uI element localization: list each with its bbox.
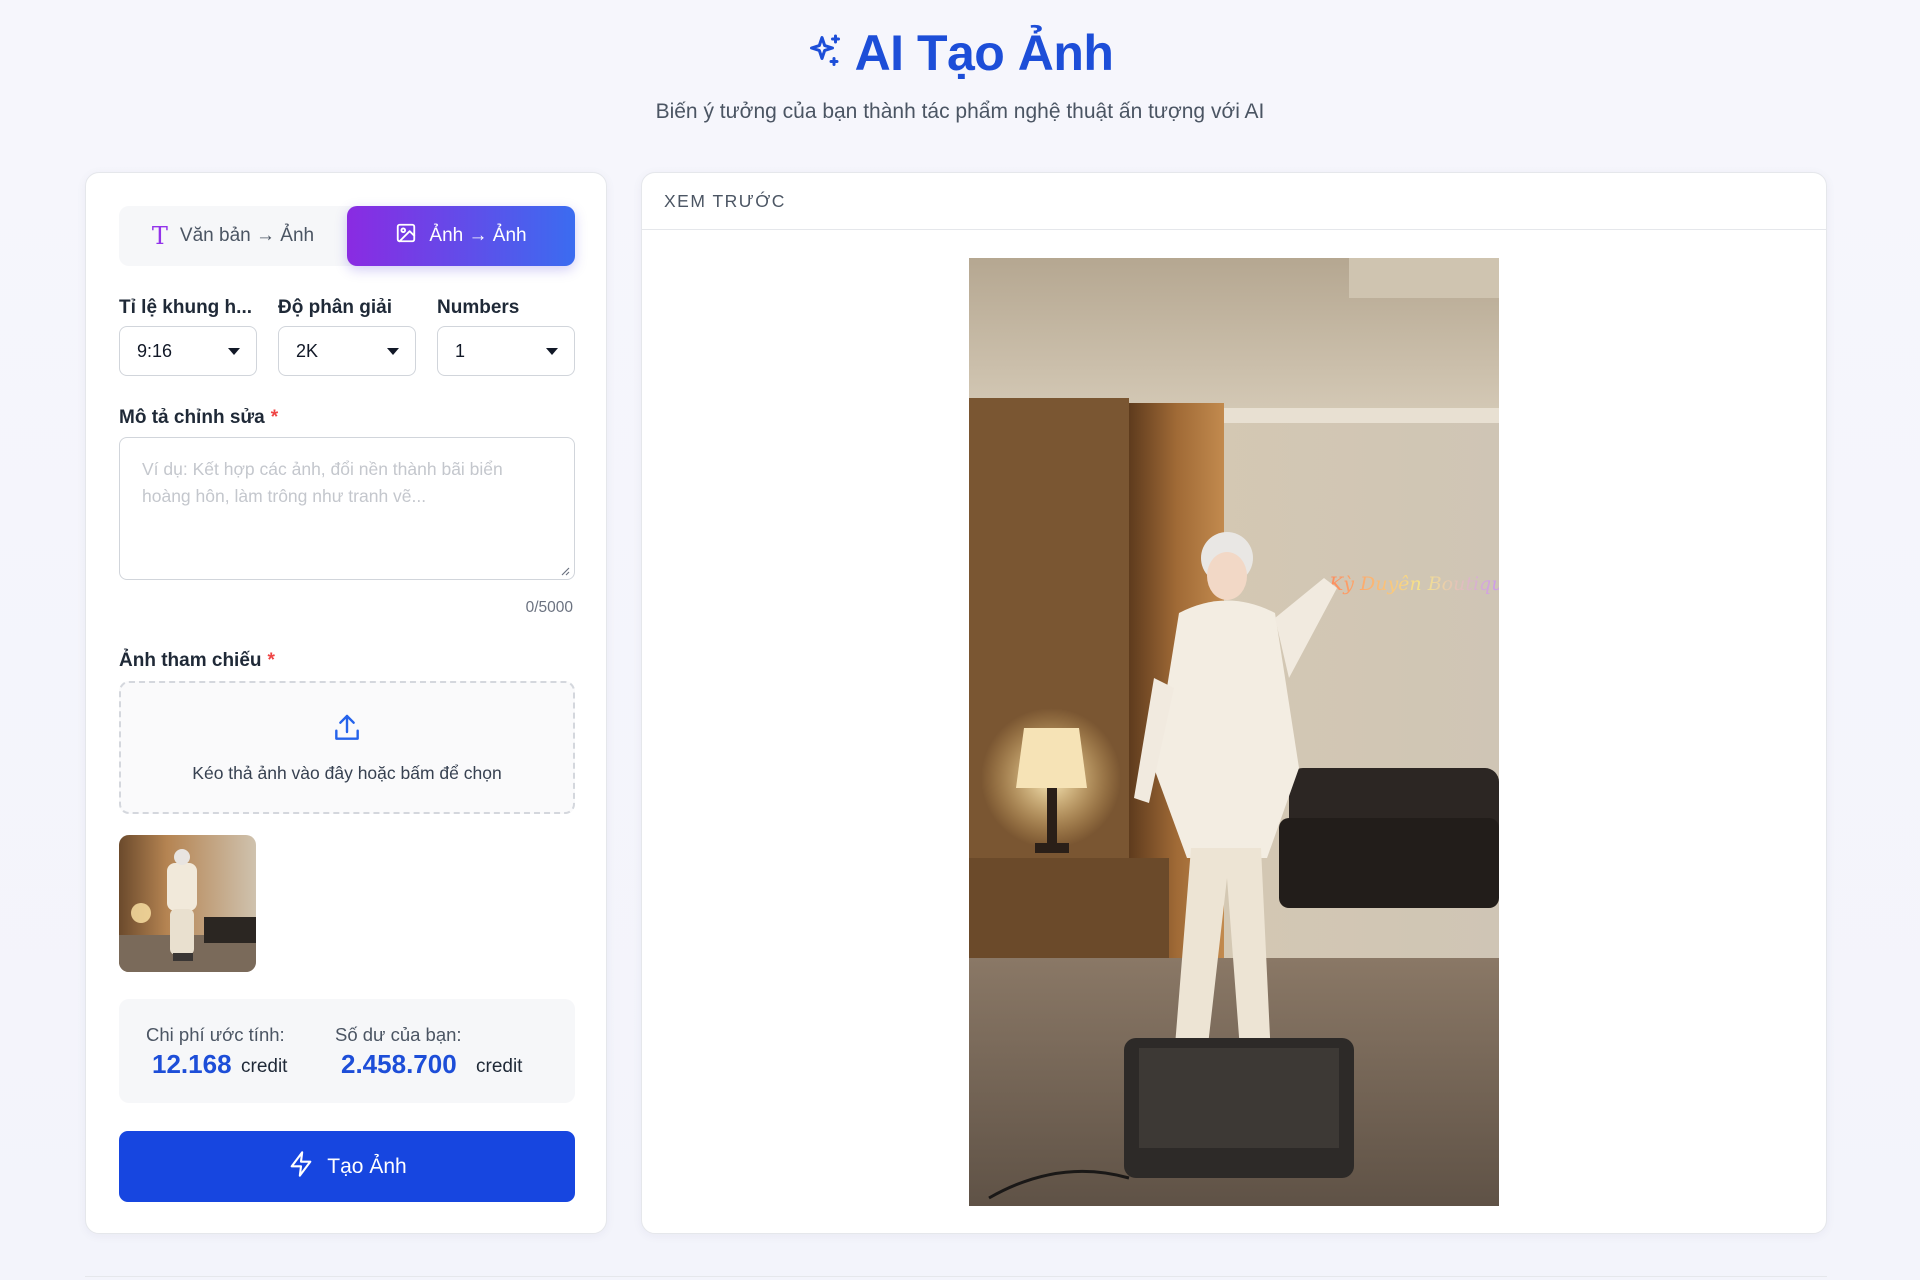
resolution-label: Độ phân giải	[278, 297, 392, 318]
dropzone-text: Kéo thả ảnh vào đây hoặc bấm để chọn	[192, 762, 502, 783]
estimate-unit: credit	[241, 1056, 288, 1077]
required-mark: *	[267, 650, 275, 671]
image-icon	[395, 222, 417, 250]
tab-label: Ảnh → Ảnh	[429, 225, 527, 246]
numbers-select[interactable]: 1	[437, 326, 575, 376]
preview-image[interactable]: Kỳ Duyên Boutique	[969, 258, 1515, 1206]
thumbnail-photo	[119, 835, 256, 972]
caret-down-icon	[387, 347, 399, 355]
reference-label: Ảnh tham chiếu *	[119, 650, 275, 672]
balance-value: 2.458.700	[341, 1049, 457, 1079]
reference-thumbnail[interactable]	[119, 835, 256, 972]
preview-heading: XEM TRƯỚC	[642, 173, 1826, 230]
prompt-textarea[interactable]	[119, 437, 575, 580]
estimate-label: Chi phí ước tính:	[146, 1024, 285, 1045]
create-button-label: Tạo Ảnh	[327, 1154, 407, 1178]
upload-icon	[331, 712, 363, 749]
numbers-label: Numbers	[437, 297, 520, 318]
bottom-divider	[85, 1276, 1827, 1277]
neon-sign-text: Kỳ Duyên Boutique	[1328, 573, 1499, 595]
balance-unit: credit	[476, 1056, 523, 1077]
caret-down-icon	[546, 347, 558, 355]
required-mark: *	[270, 407, 279, 428]
page-header: AI Tạo Ảnh Biến ý tưởng của bạn thành tá…	[0, 24, 1920, 124]
settings-panel: T Văn bản → Ảnh Ảnh → Ảnh Tỉ lệ khung h.…	[85, 172, 607, 1234]
numbers-value: 1	[455, 340, 466, 361]
cost-summary: Chi phí ước tính: 12.168 credit Số dư củ…	[119, 999, 575, 1103]
sparkles-icon	[807, 33, 843, 74]
balance-label: Số dư của bạn:	[335, 1024, 462, 1045]
aspect-ratio-value: 9:16	[137, 340, 173, 361]
text-t-icon: T	[151, 222, 168, 250]
estimate-value: 12.168	[152, 1049, 232, 1079]
page-subtitle: Biến ý tưởng của bạn thành tác phẩm nghệ…	[655, 100, 1265, 123]
reference-label-text: Ảnh tham chiếu	[119, 650, 262, 671]
char-counter: 0/5000	[525, 599, 573, 616]
resolution-value: 2K	[296, 340, 319, 361]
tab-label: Văn bản → Ảnh	[179, 225, 315, 246]
aspect-ratio-select[interactable]: 9:16	[119, 326, 257, 376]
resize-handle-icon[interactable]	[560, 566, 570, 576]
caret-down-icon	[228, 347, 240, 355]
prompt-label: Mô tả chỉnh sửa *	[119, 407, 278, 429]
aspect-ratio-label: Tỉ lệ khung h...	[119, 297, 252, 318]
preview-photo: Kỳ Duyên Boutique	[969, 258, 1515, 1206]
image-dropzone[interactable]: Kéo thả ảnh vào đây hoặc bấm để chọn	[119, 681, 575, 814]
title-row: AI Tạo Ảnh	[807, 24, 1114, 82]
prompt-label-text: Mô tả chỉnh sửa	[119, 407, 265, 428]
preview-panel: XEM TRƯỚC Kỳ Duyên Boutique	[641, 172, 1827, 1234]
lightning-icon	[287, 1150, 315, 1184]
mode-tabs: T Văn bản → Ảnh Ảnh → Ảnh	[119, 206, 575, 266]
tab-image-to-image[interactable]: Ảnh → Ảnh	[347, 206, 575, 266]
resolution-select[interactable]: 2K	[278, 326, 416, 376]
page-title: AI Tạo Ảnh	[854, 25, 1114, 81]
tab-text-to-image[interactable]: T Văn bản → Ảnh	[119, 206, 347, 266]
create-image-button[interactable]: Tạo Ảnh	[119, 1131, 575, 1202]
